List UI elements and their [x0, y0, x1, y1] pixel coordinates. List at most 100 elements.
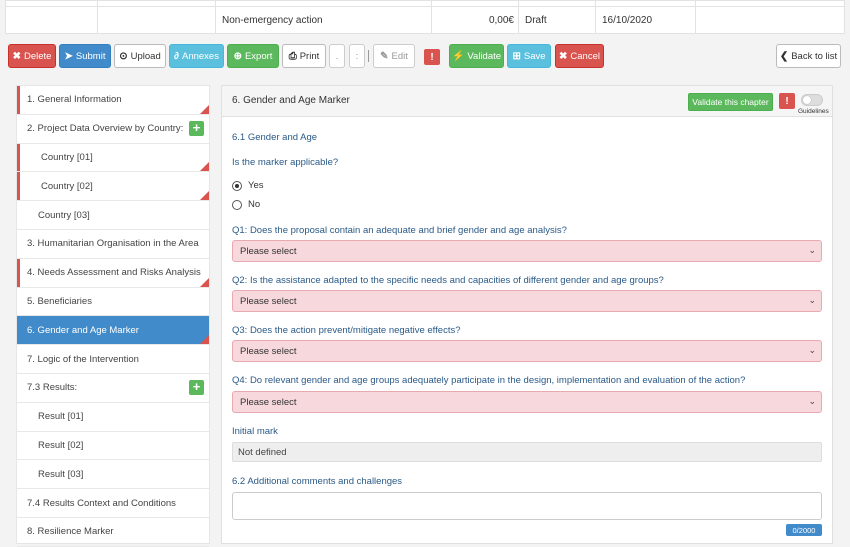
annexes-button[interactable]: ∂ Annexes	[169, 44, 224, 68]
panel-header: 6. Gender and Age Marker Validate this c…	[222, 86, 832, 117]
radio-checked-icon[interactable]	[232, 180, 242, 191]
question-label: Is the marker applicable?	[232, 157, 339, 168]
radio-unchecked-icon[interactable]	[232, 199, 242, 210]
guidelines-toggle[interactable]	[801, 94, 823, 106]
select-value: Please select	[240, 245, 297, 257]
sidebar-item-result-01[interactable]: Result [01]	[17, 403, 209, 432]
sidebar-item-country-03[interactable]: Country [03]	[17, 201, 209, 230]
table-row-divider	[6, 1, 844, 7]
character-counter: 0/2000	[786, 524, 822, 536]
save-icon: ⊞	[512, 50, 521, 62]
printer-icon: ⎙	[288, 50, 297, 62]
colon-button[interactable]: :	[349, 44, 365, 68]
sidebar-item-result-02[interactable]: Result [02]	[17, 432, 209, 461]
q4-select[interactable]: Please select ⌄	[232, 391, 822, 413]
validate-chapter-button[interactable]: Validate this chapter	[688, 93, 773, 111]
save-label: Save	[523, 50, 546, 62]
q1-select[interactable]: Please select ⌄	[232, 240, 822, 262]
initial-mark-label: Initial mark	[232, 426, 278, 437]
select-value: Please select	[240, 396, 297, 408]
upload-icon: ⊙	[119, 50, 128, 62]
q3-select[interactable]: Please select ⌄	[232, 340, 822, 362]
radio-label: No	[248, 199, 261, 210]
sidebar-item-label: 4. Needs Assessment and Risks Analysis	[27, 267, 201, 279]
print-button[interactable]: ⎙ Print	[282, 44, 326, 68]
question-label: Q4: Do relevant gender and age groups ad…	[232, 375, 746, 386]
sidebar-item-general-information[interactable]: 1. General Information	[17, 86, 209, 115]
dot-button[interactable]: .	[329, 44, 345, 68]
q2-select[interactable]: Please select ⌄	[232, 290, 822, 312]
sidebar-item-label: 1. General Information	[27, 94, 122, 106]
cancel-button[interactable]: ✖ Cancel	[555, 44, 604, 68]
back-to-list-button[interactable]: ❮ Back to list	[776, 44, 841, 68]
question-label: Q2: Is the assistance adapted to the spe…	[232, 275, 664, 286]
upload-button[interactable]: ⊙ Upload	[114, 44, 166, 68]
radio-label: Yes	[248, 180, 264, 191]
chevron-down-icon: ⌄	[808, 345, 816, 355]
question-label: Q1: Does the proposal contain an adequat…	[232, 225, 567, 236]
initial-mark-field: Not defined	[232, 442, 822, 462]
page-title: 6. Gender and Age Marker	[232, 95, 350, 106]
sidebar-item-humanitarian-organisation[interactable]: 3. Humanitarian Organisation in the Area	[17, 230, 209, 259]
save-button[interactable]: ⊞ Save	[507, 44, 551, 68]
incomplete-marker	[200, 335, 209, 345]
sidebar-item-results[interactable]: 7.3 Results: +	[17, 374, 209, 403]
add-result-button[interactable]: +	[189, 379, 204, 395]
delete-label: Delete	[23, 50, 52, 62]
sidebar-item-country-01[interactable]: Country [01]	[17, 143, 209, 173]
sidebar-item-needs-assessment[interactable]: 4. Needs Assessment and Risks Analysis	[17, 258, 209, 288]
sidebar-item-label: Result [02]	[38, 439, 84, 451]
sidebar-item-gender-age-marker[interactable]: 6. Gender and Age Marker	[17, 316, 209, 346]
radio-yes[interactable]: Yes	[232, 180, 264, 191]
upload-label: Upload	[130, 50, 161, 62]
sidebar-item-beneficiaries[interactable]: 5. Beneficiaries	[17, 288, 209, 317]
section-heading: 6.2 Additional comments and challenges	[232, 476, 403, 487]
question-label: Q3: Does the action prevent/mitigate neg…	[232, 325, 461, 336]
sidebar-item-country-02[interactable]: Country [02]	[17, 172, 209, 202]
sidebar-item-label: Country [01]	[41, 151, 93, 163]
toolbar-divider	[368, 50, 369, 62]
sidebar-item-label: Result [03]	[38, 468, 84, 480]
warning-icon[interactable]: !	[779, 93, 795, 109]
delete-button[interactable]: ✖ Delete	[8, 44, 56, 68]
validate-button[interactable]: ⚡ Validate	[449, 44, 504, 68]
sidebar-item-label: 5. Beneficiaries	[27, 295, 92, 307]
section-heading: 6.1 Gender and Age	[232, 132, 318, 143]
incomplete-marker	[200, 191, 209, 201]
chapter-panel: 6. Gender and Age Marker Validate this c…	[221, 85, 833, 544]
paperclip-icon: ∂	[174, 50, 179, 62]
validate-label: Validate	[467, 50, 502, 62]
edit-button[interactable]: ✎ Edit	[373, 44, 415, 68]
export-icon: ⊕	[233, 50, 242, 62]
incomplete-marker	[200, 277, 209, 287]
close-icon: ✖	[12, 50, 21, 62]
add-country-button[interactable]: +	[189, 120, 204, 136]
sidebar-item-resilience-marker[interactable]: 8. Resilience Marker	[17, 518, 209, 547]
cancel-label: Cancel	[570, 50, 600, 62]
sidebar-item-project-data[interactable]: 2. Project Data Overview by Country: +	[17, 115, 209, 144]
sidebar-item-label: Country [03]	[38, 209, 90, 221]
sidebar-item-results-context[interactable]: 7.4 Results Context and Conditions	[17, 489, 209, 518]
sidebar-item-result-03[interactable]: Result [03]	[17, 460, 209, 490]
sidebar-item-label: 6. Gender and Age Marker	[27, 324, 139, 336]
chevron-left-icon: ❮	[779, 50, 789, 62]
warning-icon[interactable]: !	[424, 49, 440, 65]
select-value: Please select	[240, 345, 297, 357]
sidebar-item-logic-intervention[interactable]: 7. Logic of the Intervention	[17, 345, 209, 374]
export-button[interactable]: ⊕ Export	[227, 44, 279, 68]
chevron-down-icon: ⌄	[808, 295, 816, 305]
comments-textarea[interactable]	[232, 492, 822, 520]
sidebar-item-label: Country [02]	[41, 180, 93, 192]
bolt-icon: ⚡	[451, 50, 465, 62]
action-toolbar: ✖ Delete ➤ Submit ⊙ Upload ∂ Annexes ⊕ Export…	[0, 40, 850, 72]
submit-button[interactable]: ➤ Submit	[59, 44, 111, 68]
select-value: Please select	[240, 295, 297, 307]
print-label: Print	[299, 50, 320, 62]
edit-label: Edit	[391, 50, 408, 62]
back-label: Back to list	[791, 50, 838, 62]
dot-label: .	[335, 50, 339, 62]
sidebar-item-label: 7. Logic of the Intervention	[27, 353, 139, 365]
export-label: Export	[244, 50, 273, 62]
sidebar-item-label: 7.4 Results Context and Conditions	[27, 497, 176, 509]
radio-no[interactable]: No	[232, 199, 260, 210]
